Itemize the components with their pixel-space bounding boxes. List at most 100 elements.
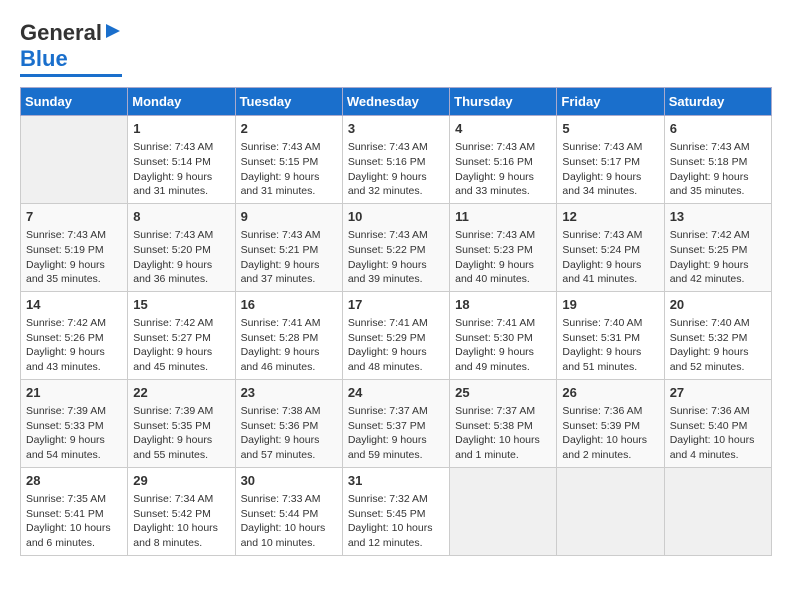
calendar-cell: 30 Sunrise: 7:33 AM Sunset: 5:44 PM Dayli… xyxy=(235,467,342,555)
day-number: 2 xyxy=(241,120,337,138)
day-number: 3 xyxy=(348,120,444,138)
day-info: Sunrise: 7:42 AM Sunset: 5:27 PM Dayligh… xyxy=(133,316,229,375)
day-number: 10 xyxy=(348,208,444,226)
calendar-cell xyxy=(557,467,664,555)
day-number: 20 xyxy=(670,296,766,314)
day-info: Sunrise: 7:41 AM Sunset: 5:30 PM Dayligh… xyxy=(455,316,551,375)
day-info: Sunrise: 7:42 AM Sunset: 5:25 PM Dayligh… xyxy=(670,228,766,287)
day-info: Sunrise: 7:43 AM Sunset: 5:18 PM Dayligh… xyxy=(670,140,766,199)
calendar-cell: 15 Sunrise: 7:42 AM Sunset: 5:27 PM Dayli… xyxy=(128,291,235,379)
calendar-cell: 24 Sunrise: 7:37 AM Sunset: 5:37 PM Dayli… xyxy=(342,379,449,467)
day-number: 23 xyxy=(241,384,337,402)
calendar-cell xyxy=(21,116,128,204)
day-info: Sunrise: 7:36 AM Sunset: 5:40 PM Dayligh… xyxy=(670,404,766,463)
day-info: Sunrise: 7:34 AM Sunset: 5:42 PM Dayligh… xyxy=(133,492,229,551)
calendar-cell: 14 Sunrise: 7:42 AM Sunset: 5:26 PM Dayli… xyxy=(21,291,128,379)
day-number: 29 xyxy=(133,472,229,490)
logo-general-text: General xyxy=(20,20,102,46)
day-number: 28 xyxy=(26,472,122,490)
calendar-cell: 10 Sunrise: 7:43 AM Sunset: 5:22 PM Dayli… xyxy=(342,203,449,291)
calendar-cell xyxy=(664,467,771,555)
day-number: 31 xyxy=(348,472,444,490)
day-number: 27 xyxy=(670,384,766,402)
calendar-cell: 25 Sunrise: 7:37 AM Sunset: 5:38 PM Dayli… xyxy=(450,379,557,467)
day-info: Sunrise: 7:41 AM Sunset: 5:28 PM Dayligh… xyxy=(241,316,337,375)
calendar-cell: 4 Sunrise: 7:43 AM Sunset: 5:16 PM Daylig… xyxy=(450,116,557,204)
day-info: Sunrise: 7:40 AM Sunset: 5:31 PM Dayligh… xyxy=(562,316,658,375)
day-info: Sunrise: 7:43 AM Sunset: 5:17 PM Dayligh… xyxy=(562,140,658,199)
calendar-cell: 9 Sunrise: 7:43 AM Sunset: 5:21 PM Daylig… xyxy=(235,203,342,291)
day-number: 30 xyxy=(241,472,337,490)
day-number: 7 xyxy=(26,208,122,226)
day-info: Sunrise: 7:43 AM Sunset: 5:22 PM Dayligh… xyxy=(348,228,444,287)
calendar-cell: 1Sunrise: 7:43 AM Sunset: 5:14 PM Daylig… xyxy=(128,116,235,204)
day-header-monday: Monday xyxy=(128,88,235,116)
calendar-cell: 2 Sunrise: 7:43 AM Sunset: 5:15 PM Daylig… xyxy=(235,116,342,204)
day-info: Sunrise: 7:37 AM Sunset: 5:38 PM Dayligh… xyxy=(455,404,551,463)
logo-arrow-icon xyxy=(104,22,122,45)
day-number: 9 xyxy=(241,208,337,226)
calendar-cell: 27 Sunrise: 7:36 AM Sunset: 5:40 PM Dayli… xyxy=(664,379,771,467)
calendar-cell: 28Sunrise: 7:35 AM Sunset: 5:41 PM Dayli… xyxy=(21,467,128,555)
calendar-cell: 22 Sunrise: 7:39 AM Sunset: 5:35 PM Dayli… xyxy=(128,379,235,467)
calendar-week-row: 14 Sunrise: 7:42 AM Sunset: 5:26 PM Dayli… xyxy=(21,291,772,379)
calendar-cell: 21Sunrise: 7:39 AM Sunset: 5:33 PM Dayli… xyxy=(21,379,128,467)
calendar-cell: 20 Sunrise: 7:40 AM Sunset: 5:32 PM Dayli… xyxy=(664,291,771,379)
calendar-cell: 18 Sunrise: 7:41 AM Sunset: 5:30 PM Dayli… xyxy=(450,291,557,379)
day-header-saturday: Saturday xyxy=(664,88,771,116)
day-number: 22 xyxy=(133,384,229,402)
calendar-cell: 11Sunrise: 7:43 AM Sunset: 5:23 PM Dayli… xyxy=(450,203,557,291)
calendar-week-row: 28Sunrise: 7:35 AM Sunset: 5:41 PM Dayli… xyxy=(21,467,772,555)
calendar-cell xyxy=(450,467,557,555)
calendar-cell: 6Sunrise: 7:43 AM Sunset: 5:18 PM Daylig… xyxy=(664,116,771,204)
calendar-cell: 31Sunrise: 7:32 AM Sunset: 5:45 PM Dayli… xyxy=(342,467,449,555)
day-number: 5 xyxy=(562,120,658,138)
day-number: 8 xyxy=(133,208,229,226)
day-number: 24 xyxy=(348,384,444,402)
calendar-week-row: 7 Sunrise: 7:43 AM Sunset: 5:19 PM Daylig… xyxy=(21,203,772,291)
calendar-cell: 16 Sunrise: 7:41 AM Sunset: 5:28 PM Dayli… xyxy=(235,291,342,379)
calendar-cell: 19 Sunrise: 7:40 AM Sunset: 5:31 PM Dayli… xyxy=(557,291,664,379)
day-info: Sunrise: 7:40 AM Sunset: 5:32 PM Dayligh… xyxy=(670,316,766,375)
page-header: General Blue xyxy=(20,20,772,77)
calendar-cell: 3Sunrise: 7:43 AM Sunset: 5:16 PM Daylig… xyxy=(342,116,449,204)
day-header-tuesday: Tuesday xyxy=(235,88,342,116)
day-number: 14 xyxy=(26,296,122,314)
day-number: 4 xyxy=(455,120,551,138)
day-info: Sunrise: 7:37 AM Sunset: 5:37 PM Dayligh… xyxy=(348,404,444,463)
day-info: Sunrise: 7:33 AM Sunset: 5:44 PM Dayligh… xyxy=(241,492,337,551)
day-number: 15 xyxy=(133,296,229,314)
calendar-cell: 7 Sunrise: 7:43 AM Sunset: 5:19 PM Daylig… xyxy=(21,203,128,291)
calendar-cell: 17Sunrise: 7:41 AM Sunset: 5:29 PM Dayli… xyxy=(342,291,449,379)
day-number: 1 xyxy=(133,120,229,138)
day-info: Sunrise: 7:38 AM Sunset: 5:36 PM Dayligh… xyxy=(241,404,337,463)
day-header-wednesday: Wednesday xyxy=(342,88,449,116)
calendar-week-row: 21Sunrise: 7:39 AM Sunset: 5:33 PM Dayli… xyxy=(21,379,772,467)
day-number: 16 xyxy=(241,296,337,314)
day-number: 12 xyxy=(562,208,658,226)
day-info: Sunrise: 7:43 AM Sunset: 5:16 PM Dayligh… xyxy=(455,140,551,199)
day-number: 26 xyxy=(562,384,658,402)
calendar-cell: 8 Sunrise: 7:43 AM Sunset: 5:20 PM Daylig… xyxy=(128,203,235,291)
calendar-cell: 12 Sunrise: 7:43 AM Sunset: 5:24 PM Dayli… xyxy=(557,203,664,291)
calendar-table: SundayMondayTuesdayWednesdayThursdayFrid… xyxy=(20,87,772,556)
calendar-cell: 29 Sunrise: 7:34 AM Sunset: 5:42 PM Dayli… xyxy=(128,467,235,555)
day-info: Sunrise: 7:43 AM Sunset: 5:24 PM Dayligh… xyxy=(562,228,658,287)
day-info: Sunrise: 7:39 AM Sunset: 5:35 PM Dayligh… xyxy=(133,404,229,463)
calendar-cell: 5 Sunrise: 7:43 AM Sunset: 5:17 PM Daylig… xyxy=(557,116,664,204)
day-header-thursday: Thursday xyxy=(450,88,557,116)
day-info: Sunrise: 7:42 AM Sunset: 5:26 PM Dayligh… xyxy=(26,316,122,375)
day-info: Sunrise: 7:43 AM Sunset: 5:20 PM Dayligh… xyxy=(133,228,229,287)
calendar-cell: 13Sunrise: 7:42 AM Sunset: 5:25 PM Dayli… xyxy=(664,203,771,291)
day-number: 18 xyxy=(455,296,551,314)
day-info: Sunrise: 7:43 AM Sunset: 5:21 PM Dayligh… xyxy=(241,228,337,287)
day-info: Sunrise: 7:43 AM Sunset: 5:19 PM Dayligh… xyxy=(26,228,122,287)
day-info: Sunrise: 7:43 AM Sunset: 5:23 PM Dayligh… xyxy=(455,228,551,287)
day-number: 21 xyxy=(26,384,122,402)
day-info: Sunrise: 7:43 AM Sunset: 5:15 PM Dayligh… xyxy=(241,140,337,199)
calendar-header-row: SundayMondayTuesdayWednesdayThursdayFrid… xyxy=(21,88,772,116)
day-number: 25 xyxy=(455,384,551,402)
day-number: 19 xyxy=(562,296,658,314)
logo-blue-text: Blue xyxy=(20,46,68,71)
calendar-cell: 23 Sunrise: 7:38 AM Sunset: 5:36 PM Dayli… xyxy=(235,379,342,467)
